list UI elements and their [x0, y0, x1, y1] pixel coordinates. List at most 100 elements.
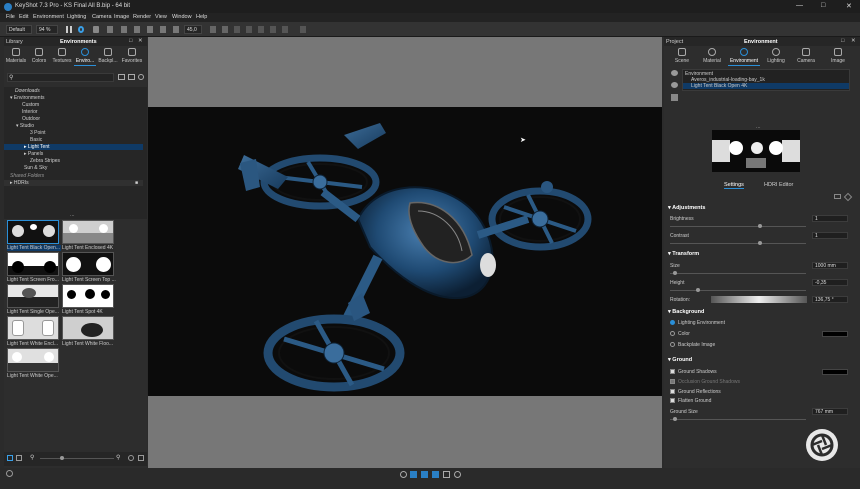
tool-d-icon[interactable]	[246, 26, 252, 33]
tab-favorites[interactable]: Favorites	[121, 48, 143, 64]
tab-environments[interactable]: Enviro...	[74, 48, 96, 66]
tree-light-tent[interactable]: ▸ Light Tent	[4, 144, 143, 150]
tab-image[interactable]: Image	[824, 48, 852, 64]
tab-camera[interactable]: Camera	[792, 48, 820, 64]
ground-size-input[interactable]: 767 mm	[812, 408, 848, 415]
tool-f-icon[interactable]	[270, 26, 276, 33]
tree-custom[interactable]: Custom	[22, 102, 39, 108]
tree-interior[interactable]: Interior	[22, 109, 38, 115]
move-icon[interactable]	[147, 26, 153, 33]
tab-lighting[interactable]: Lighting	[762, 48, 790, 64]
fov-field[interactable]: 45,0	[184, 25, 202, 34]
zoom-in-icon[interactable]: ⚲	[116, 454, 120, 461]
thumb-light-tent-enclosed[interactable]	[62, 220, 114, 244]
hdri-preview[interactable]	[712, 130, 800, 172]
subtab-settings[interactable]: Settings	[724, 182, 744, 189]
checkbox-reflections[interactable]	[670, 389, 675, 394]
radio-color[interactable]	[670, 331, 675, 336]
resize-handle[interactable]: ...	[70, 212, 75, 218]
add-env-icon[interactable]	[671, 70, 678, 76]
tool-a-icon[interactable]	[210, 26, 216, 33]
menu-image[interactable]: Image	[114, 14, 129, 20]
undock-icon[interactable]: □	[841, 38, 844, 44]
ground-size-knob[interactable]	[673, 417, 677, 421]
section-background[interactable]: ▾ Background	[668, 309, 704, 315]
menu-window[interactable]: Window	[172, 14, 192, 20]
thumb-light-tent-single-open[interactable]	[7, 284, 59, 308]
maximize-icon[interactable]: □	[821, 2, 825, 9]
menu-view[interactable]: View	[155, 14, 167, 20]
brightness-knob[interactable]	[758, 224, 762, 228]
color-swatch[interactable]	[822, 331, 848, 337]
minimize-icon[interactable]: —	[796, 2, 803, 9]
tree-zebra-stripes[interactable]: Zebra Stripes	[30, 158, 60, 164]
close-icon[interactable]: ✕	[846, 2, 852, 10]
checkbox-flatten[interactable]	[670, 398, 675, 403]
menu-render[interactable]: Render	[133, 14, 151, 20]
section-ground[interactable]: ▾ Ground	[668, 357, 692, 363]
tool-g-icon[interactable]	[282, 26, 288, 33]
thumb-light-tent-screen-front[interactable]	[7, 252, 59, 276]
tool-b-icon[interactable]	[222, 26, 228, 33]
height-slider[interactable]	[670, 290, 806, 291]
size-input[interactable]: 1000 mm	[812, 262, 848, 269]
screenshot-icon[interactable]	[93, 26, 99, 33]
upload-icon[interactable]	[128, 455, 134, 461]
ground-size-slider[interactable]	[670, 419, 806, 420]
size-slider[interactable]	[670, 273, 806, 274]
library-toggle-icon[interactable]	[410, 471, 417, 478]
contrast-slider[interactable]	[670, 243, 806, 244]
download-icon[interactable]	[138, 455, 144, 461]
tool-c-icon[interactable]	[234, 26, 240, 33]
keyshotvr-icon[interactable]	[443, 471, 450, 478]
tree-outdoor[interactable]: Outdoor	[22, 116, 40, 122]
render-view[interactable]	[148, 107, 662, 396]
thumb-light-tent-screen-top[interactable]	[62, 252, 114, 276]
panel-close-icon[interactable]: ✕	[851, 38, 856, 44]
menu-lighting[interactable]: Lighting	[67, 14, 86, 20]
drop-icon[interactable]	[160, 26, 166, 33]
height-knob[interactable]	[696, 288, 700, 292]
size-knob[interactable]	[673, 271, 677, 275]
checkbox-occlusion[interactable]	[670, 379, 675, 384]
tree-studio[interactable]: ▾ Studio	[16, 123, 34, 129]
save-icon[interactable]	[834, 194, 841, 199]
render-icon[interactable]	[454, 471, 461, 478]
delete-env-icon[interactable]	[671, 94, 678, 101]
settings-icon[interactable]	[6, 470, 13, 477]
tab-backplates[interactable]: Backpl...	[97, 48, 119, 64]
zoom-out-icon[interactable]: ⚲	[30, 454, 34, 461]
menu-file[interactable]: File	[6, 14, 15, 20]
dolly-icon[interactable]	[134, 26, 140, 33]
tool-h-icon[interactable]	[300, 26, 306, 33]
tree-downloads[interactable]: Downloads	[15, 88, 40, 94]
refresh-icon[interactable]	[78, 26, 84, 33]
tab-colors[interactable]: Colors	[28, 48, 50, 64]
menu-help[interactable]: Help	[196, 14, 207, 20]
tab-scene[interactable]: Scene	[668, 48, 696, 64]
import-bottom-icon[interactable]	[400, 471, 407, 478]
zoom-select[interactable]: 94 %	[36, 25, 58, 34]
panel-close-icon[interactable]: ✕	[138, 38, 143, 44]
tab-textures[interactable]: Textures	[51, 48, 73, 64]
grid-view-icon[interactable]	[7, 455, 13, 461]
tab-material[interactable]: Material	[698, 48, 726, 64]
tree-panels[interactable]: ▸ Panels	[24, 151, 43, 157]
tree-hdris[interactable]: ▸ HDRIs	[4, 180, 143, 186]
pause-icon[interactable]	[66, 26, 72, 33]
project-toggle-icon[interactable]	[421, 471, 428, 478]
rotation-strip[interactable]	[711, 296, 807, 303]
tab-environment[interactable]: Environment	[728, 48, 760, 66]
tumble-icon[interactable]	[107, 26, 113, 33]
thumb-light-tent-spot[interactable]	[62, 284, 114, 308]
thumb-light-tent-white-floor[interactable]	[62, 316, 114, 340]
thumb-light-tent-white-open[interactable]	[7, 348, 59, 372]
reset-icon[interactable]	[843, 192, 853, 202]
render-viewport[interactable]: ➤	[148, 37, 662, 468]
contrast-input[interactable]: 1	[812, 232, 848, 239]
slider-knob[interactable]	[60, 456, 64, 460]
radio-backplate[interactable]	[670, 342, 675, 347]
menu-camera[interactable]: Camera	[92, 14, 112, 20]
radio-lighting-environment[interactable]	[670, 320, 675, 325]
shadow-color-swatch[interactable]	[822, 369, 848, 375]
